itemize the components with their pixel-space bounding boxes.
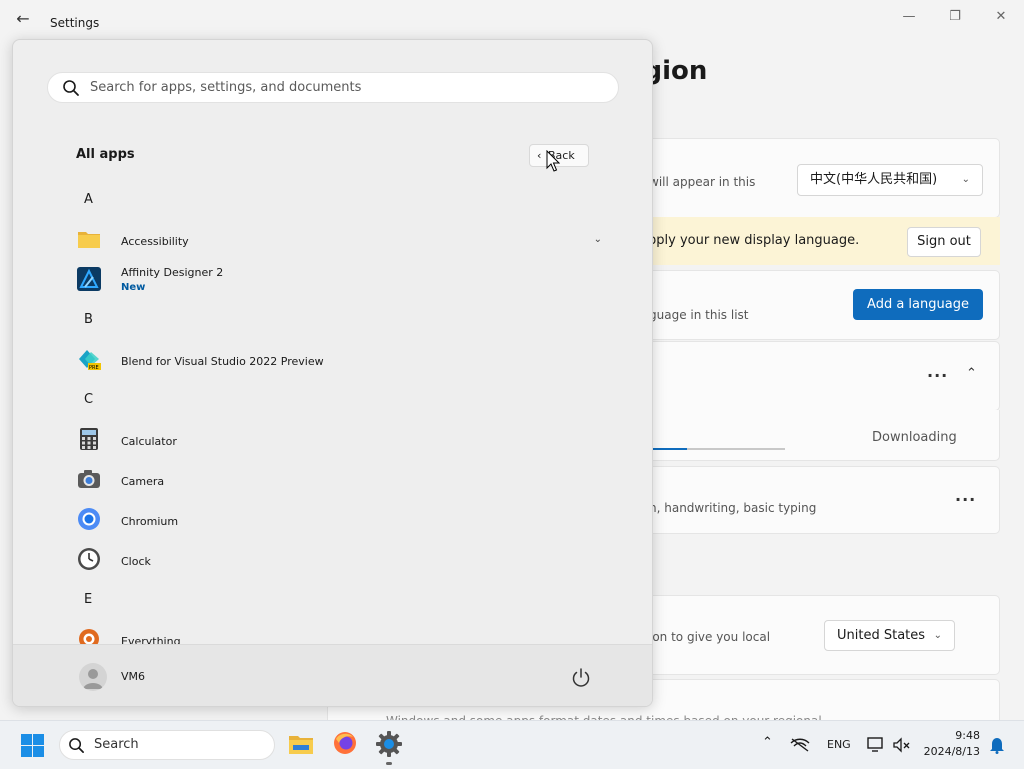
country-region-desc: ion to give you local: [649, 630, 771, 644]
section-letter-e[interactable]: E: [84, 592, 92, 607]
user-icon: [83, 669, 103, 689]
clock-time[interactable]: 9:48: [955, 729, 980, 742]
svg-text:PRE: PRE: [89, 365, 99, 371]
chevron-left-icon: ‹: [537, 149, 542, 162]
start-search-input[interactable]: [90, 73, 610, 102]
app-item-clock[interactable]: Clock: [71, 542, 596, 578]
notification-bell-icon[interactable]: [989, 736, 1005, 754]
app-name: Affinity Designer 2: [121, 266, 224, 279]
power-icon[interactable]: [569, 666, 593, 690]
start-search-box[interactable]: [47, 72, 619, 103]
taskbar-search-box[interactable]: Search: [59, 730, 275, 760]
network-disconnected-icon[interactable]: [790, 737, 810, 753]
title-bar: ← Settings — ❐ ✕: [0, 0, 1024, 38]
taskbar-search-label: Search: [94, 737, 139, 752]
app-name: Chromium: [121, 515, 179, 528]
all-apps-heading: All apps: [76, 147, 135, 162]
close-icon[interactable]: ✕: [978, 6, 1024, 28]
country-region-value: United States: [837, 628, 926, 643]
chevron-down-icon: ⌄: [961, 174, 970, 185]
app-item-accessibility[interactable]: Accessibility ⌄: [71, 222, 602, 258]
app-name: Accessibility: [121, 235, 189, 248]
mouse-cursor-icon: [546, 150, 560, 172]
maximize-icon[interactable]: ❐: [932, 6, 978, 28]
display-language-dropdown[interactable]: 中文(中华人民共和国) ⌄: [797, 164, 983, 196]
calculator-icon: [80, 428, 98, 450]
app-item-chromium[interactable]: Chromium: [71, 502, 596, 538]
display-language-desc: will appear in this: [649, 175, 756, 189]
display-language-card: will appear in this 中文(中华人民共和国) ⌄: [600, 138, 1000, 218]
country-region-dropdown[interactable]: United States ⌄: [824, 620, 955, 651]
app-name: Clock: [121, 555, 151, 568]
app-item-blend-visual-studio[interactable]: PRE Blend for Visual Studio 2022 Preview: [71, 342, 596, 378]
new-badge: New: [121, 282, 146, 293]
language-features-card: n, handwriting, basic typing: [600, 466, 1000, 534]
language-features-desc: n, handwriting, basic typing: [649, 501, 817, 515]
user-avatar[interactable]: [79, 663, 107, 691]
add-language-button[interactable]: Add a language: [853, 289, 983, 320]
downloading-status: Downloading: [872, 430, 957, 445]
taskbar: Search ⌃ ENG 9:48 2024/8/13: [0, 720, 1024, 769]
chevron-up-icon[interactable]: ⌃: [966, 366, 977, 381]
volume-muted-icon[interactable]: [892, 736, 912, 754]
app-item-calculator[interactable]: Calculator: [71, 422, 596, 458]
arrow-left-icon[interactable]: ←: [10, 8, 36, 30]
clock-date[interactable]: 2024/8/13: [924, 745, 980, 758]
chevron-down-icon: ⌄: [933, 630, 942, 641]
chevron-down-icon[interactable]: ⌄: [594, 234, 602, 245]
chevron-up-icon[interactable]: ⌃: [762, 735, 773, 750]
firefox-icon[interactable]: [333, 731, 357, 755]
language-indicator[interactable]: ENG: [827, 738, 851, 751]
monitor-icon[interactable]: [866, 736, 886, 754]
affinity-designer-icon: [77, 267, 101, 291]
app-name: Calculator: [121, 435, 177, 448]
search-icon: [69, 738, 84, 753]
app-item-camera[interactable]: Camera: [71, 462, 596, 498]
minimize-icon[interactable]: —: [886, 6, 932, 28]
more-options-icon[interactable]: ···: [927, 366, 948, 385]
country-region-card: ion to give you local United States ⌄: [600, 595, 1000, 675]
app-item-affinity-designer-2[interactable]: Affinity Designer 2 New: [71, 262, 596, 298]
settings-icon[interactable]: [376, 731, 402, 757]
sign-out-button[interactable]: Sign out: [907, 227, 981, 257]
banner-text: pply your new display language.: [648, 233, 860, 248]
section-letter-a[interactable]: A: [84, 192, 93, 207]
display-language-value: 中文(中华人民共和国): [810, 172, 938, 187]
search-icon: [63, 80, 79, 96]
user-name[interactable]: VM6: [121, 670, 145, 683]
start-menu: All apps ‹ Back A Accessibility ⌄ Affini…: [12, 39, 653, 707]
section-letter-c[interactable]: C: [84, 392, 93, 407]
file-explorer-icon[interactable]: [288, 732, 314, 756]
windows-start-icon[interactable]: [21, 734, 44, 757]
start-footer: VM6: [13, 644, 652, 706]
app-name: Camera: [121, 475, 165, 488]
preferred-languages-desc: guage in this list: [649, 308, 749, 322]
folder-icon: [78, 232, 100, 248]
chromium-icon: [78, 508, 100, 530]
app-name: Blend for Visual Studio 2022 Preview: [121, 355, 324, 368]
more-options-icon[interactable]: ···: [955, 490, 976, 509]
signout-banner: pply your new display language. Sign out: [600, 217, 1000, 265]
section-letter-b[interactable]: B: [84, 312, 93, 327]
blend-vs-icon: PRE: [79, 350, 101, 371]
camera-icon: [78, 470, 100, 488]
active-app-indicator: [386, 762, 392, 765]
window-title: Settings: [50, 16, 100, 30]
clock-icon: [78, 548, 100, 570]
